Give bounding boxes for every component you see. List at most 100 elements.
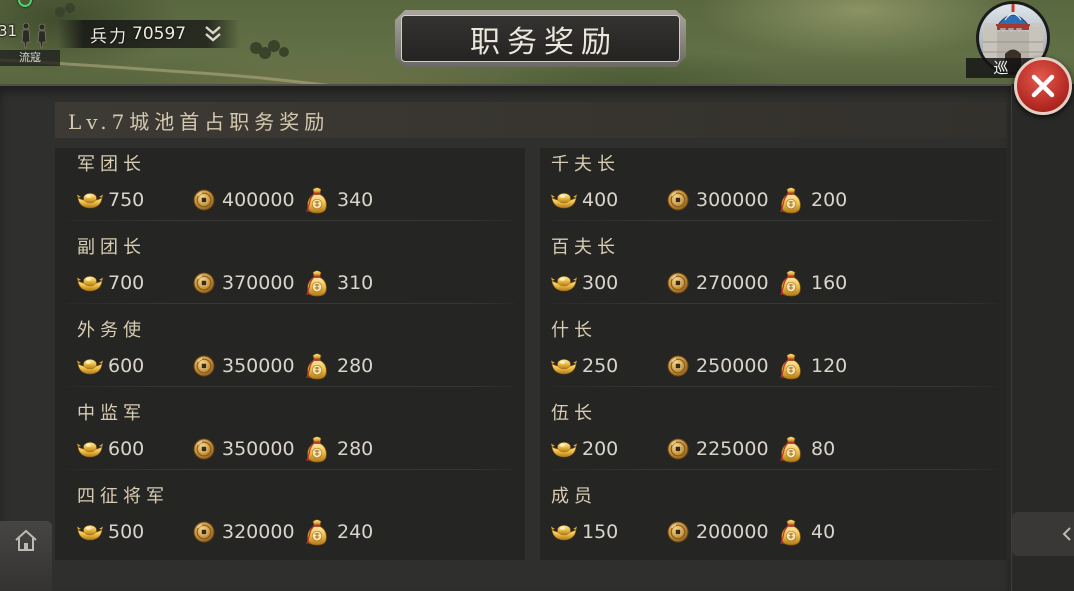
reward-row: 600 350000 280 bbox=[77, 354, 437, 378]
ingot-amount: 750 bbox=[108, 189, 145, 211]
treasure-pouch-icon bbox=[780, 518, 802, 546]
reward-row: 400 300000 200 bbox=[551, 188, 911, 212]
gold-ingot-icon bbox=[551, 191, 577, 209]
troops-indicator[interactable]: 兵力 70597 bbox=[90, 22, 187, 47]
soldiers-icon bbox=[21, 22, 47, 49]
reward-row: 300 270000 160 bbox=[551, 271, 911, 295]
double-chevron-down-icon[interactable] bbox=[203, 24, 223, 44]
troops-label: 兵力 bbox=[90, 26, 128, 47]
rank-title: 成员 bbox=[551, 486, 597, 507]
rank-entry: 伍长 200 225000 80 bbox=[540, 397, 1007, 480]
ingot-amount: 400 bbox=[582, 189, 619, 211]
row-divider bbox=[67, 469, 515, 470]
treasure-pouch-icon bbox=[780, 269, 802, 297]
reward-header-title: Lv.7城池首占职务奖励 bbox=[68, 109, 330, 134]
row-divider bbox=[552, 469, 997, 470]
copper-coin-icon bbox=[193, 521, 215, 543]
ingot-amount: 150 bbox=[582, 521, 619, 543]
rank-title: 千夫长 bbox=[551, 154, 620, 175]
pouch-amount: 40 bbox=[811, 521, 836, 543]
coin-amount: 400000 bbox=[222, 189, 295, 211]
coin-amount: 250000 bbox=[696, 355, 769, 377]
gold-ingot-icon bbox=[77, 440, 103, 458]
ingot-amount: 600 bbox=[108, 438, 145, 460]
coin-amount: 320000 bbox=[222, 521, 295, 543]
rank-title: 四征将军 bbox=[77, 486, 169, 507]
ingot-amount: 300 bbox=[582, 272, 619, 294]
gold-ingot-icon bbox=[551, 274, 577, 292]
ingot-amount: 250 bbox=[582, 355, 619, 377]
title-inner: 职务奖励 bbox=[401, 15, 680, 62]
rank-title: 伍长 bbox=[551, 403, 597, 424]
rank-title: 中监军 bbox=[77, 403, 146, 424]
pouch-amount: 340 bbox=[337, 189, 374, 211]
copper-coin-icon bbox=[667, 355, 689, 377]
gold-ingot-icon bbox=[551, 523, 577, 541]
reward-row: 200 225000 80 bbox=[551, 437, 911, 461]
reward-row: 600 350000 280 bbox=[77, 437, 437, 461]
rank-title: 什长 bbox=[551, 320, 597, 341]
gold-ingot-icon bbox=[77, 523, 103, 541]
gold-ingot-icon bbox=[551, 357, 577, 375]
home-icon bbox=[15, 529, 37, 551]
row-divider bbox=[67, 386, 515, 387]
rank-title: 军团长 bbox=[77, 154, 146, 175]
ingot-amount: 200 bbox=[582, 438, 619, 460]
pouch-amount: 240 bbox=[337, 521, 374, 543]
pouch-amount: 80 bbox=[811, 438, 836, 460]
coin-amount: 350000 bbox=[222, 355, 295, 377]
coin-amount: 350000 bbox=[222, 438, 295, 460]
copper-coin-icon bbox=[667, 438, 689, 460]
rank-entry: 副团长 700 370000 310 bbox=[55, 231, 525, 314]
rank-entry: 什长 250 250000 120 bbox=[540, 314, 1007, 397]
pouch-amount: 120 bbox=[811, 355, 848, 377]
troops-value: 70597 bbox=[132, 24, 187, 44]
treasure-pouch-icon bbox=[306, 186, 328, 214]
reward-row: 500 320000 240 bbox=[77, 520, 437, 544]
army-count: 31 bbox=[0, 22, 18, 40]
coin-amount: 200000 bbox=[696, 521, 769, 543]
coin-amount: 270000 bbox=[696, 272, 769, 294]
close-button[interactable] bbox=[1014, 57, 1072, 115]
reward-row: 250 250000 120 bbox=[551, 354, 911, 378]
row-divider bbox=[552, 303, 997, 304]
rank-title: 百夫长 bbox=[551, 237, 620, 258]
gold-ingot-icon bbox=[551, 440, 577, 458]
rank-title: 外务使 bbox=[77, 320, 146, 341]
row-divider bbox=[67, 220, 515, 221]
ingot-amount: 700 bbox=[108, 272, 145, 294]
treasure-pouch-icon bbox=[780, 186, 802, 214]
coin-amount: 370000 bbox=[222, 272, 295, 294]
copper-coin-icon bbox=[193, 189, 215, 211]
rank-column-left: 军团长 750 400000 340 副团长 700 370000 310 外务… bbox=[55, 148, 525, 560]
home-button[interactable] bbox=[0, 521, 52, 591]
copper-coin-icon bbox=[667, 189, 689, 211]
rank-entry: 成员 150 200000 40 bbox=[540, 480, 1007, 563]
page-title: 职务奖励 bbox=[470, 24, 618, 60]
reward-row: 150 200000 40 bbox=[551, 520, 911, 544]
treasure-pouch-icon bbox=[306, 518, 328, 546]
rank-entry: 千夫长 400 300000 200 bbox=[540, 148, 1007, 231]
copper-coin-icon bbox=[193, 438, 215, 460]
gold-ingot-icon bbox=[77, 191, 103, 209]
chevron-left-icon bbox=[1062, 527, 1071, 541]
copper-coin-icon bbox=[667, 521, 689, 543]
rank-entry: 军团长 750 400000 340 bbox=[55, 148, 525, 231]
rank-entry: 四征将军 500 320000 240 bbox=[55, 480, 525, 563]
coin-amount: 225000 bbox=[696, 438, 769, 460]
reward-row: 700 370000 310 bbox=[77, 271, 437, 295]
pouch-amount: 160 bbox=[811, 272, 848, 294]
row-divider bbox=[67, 303, 515, 304]
rank-entry: 中监军 600 350000 280 bbox=[55, 397, 525, 480]
gold-ingot-icon bbox=[77, 274, 103, 292]
treasure-pouch-icon bbox=[780, 352, 802, 380]
rank-title: 副团长 bbox=[77, 237, 146, 258]
ingot-amount: 500 bbox=[108, 521, 145, 543]
side-panel-tab[interactable] bbox=[1012, 512, 1074, 556]
pouch-amount: 280 bbox=[337, 438, 374, 460]
close-icon bbox=[1031, 74, 1055, 98]
treasure-pouch-icon bbox=[306, 269, 328, 297]
rank-entry: 百夫长 300 270000 160 bbox=[540, 231, 1007, 314]
row-divider bbox=[552, 386, 997, 387]
treasure-pouch-icon bbox=[306, 352, 328, 380]
